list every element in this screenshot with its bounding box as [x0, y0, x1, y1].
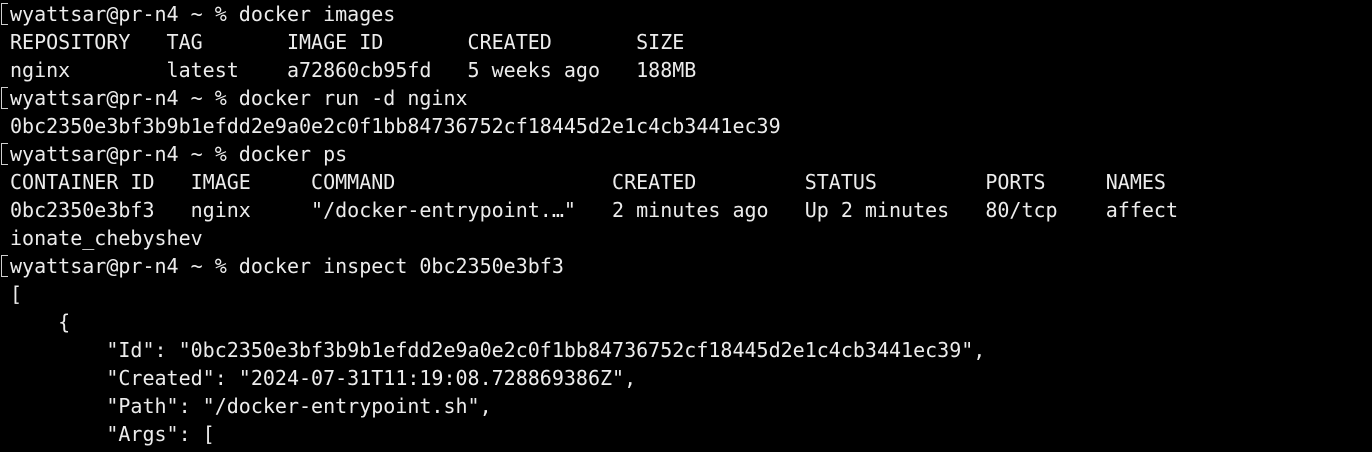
inspect-output-line: "Created": "2024-07-31T11:19:08.72886938… [10, 366, 637, 390]
prompt-mark-icon [1, 3, 8, 25]
ps-header-row: CONTAINER ID IMAGE COMMAND CREATED STATU… [10, 170, 1166, 194]
prompt-mark-icon [1, 87, 8, 109]
prompt-mark-icon [1, 143, 8, 165]
images-data-row: nginx latest a72860cb95fd 5 weeks ago 18… [10, 58, 697, 82]
inspect-output-line: { [10, 310, 71, 334]
prompt-mark-icon [1, 255, 8, 277]
images-header-row: REPOSITORY TAG IMAGE ID CREATED SIZE [10, 30, 685, 54]
terminal-window[interactable]: wyattsar@pr-n4 ~ % docker images REPOSIT… [0, 0, 1372, 452]
ps-data-row: 0bc2350e3bf3 nginx "/docker-entrypoint.…… [10, 198, 1178, 222]
ps-data-row-wrap: ionate_chebyshev [10, 226, 203, 250]
prompt-line-docker-run: wyattsar@pr-n4 ~ % docker run -d nginx [10, 86, 468, 110]
prompt-line-docker-inspect: wyattsar@pr-n4 ~ % docker inspect 0bc235… [10, 254, 564, 278]
inspect-output-line: "Args": [ [10, 422, 215, 446]
prompt-line-docker-ps: wyattsar@pr-n4 ~ % docker ps [10, 142, 348, 166]
container-id-output: 0bc2350e3bf3b9b1efdd2e9a0e2c0f1bb8473675… [10, 114, 781, 138]
inspect-output-line: "Path": "/docker-entrypoint.sh", [10, 394, 492, 418]
prompt-line-docker-images: wyattsar@pr-n4 ~ % docker images [10, 2, 396, 26]
inspect-output-line: [ [10, 282, 23, 306]
inspect-output-line: "Id": "0bc2350e3bf3b9b1efdd2e9a0e2c0f1bb… [10, 338, 986, 362]
